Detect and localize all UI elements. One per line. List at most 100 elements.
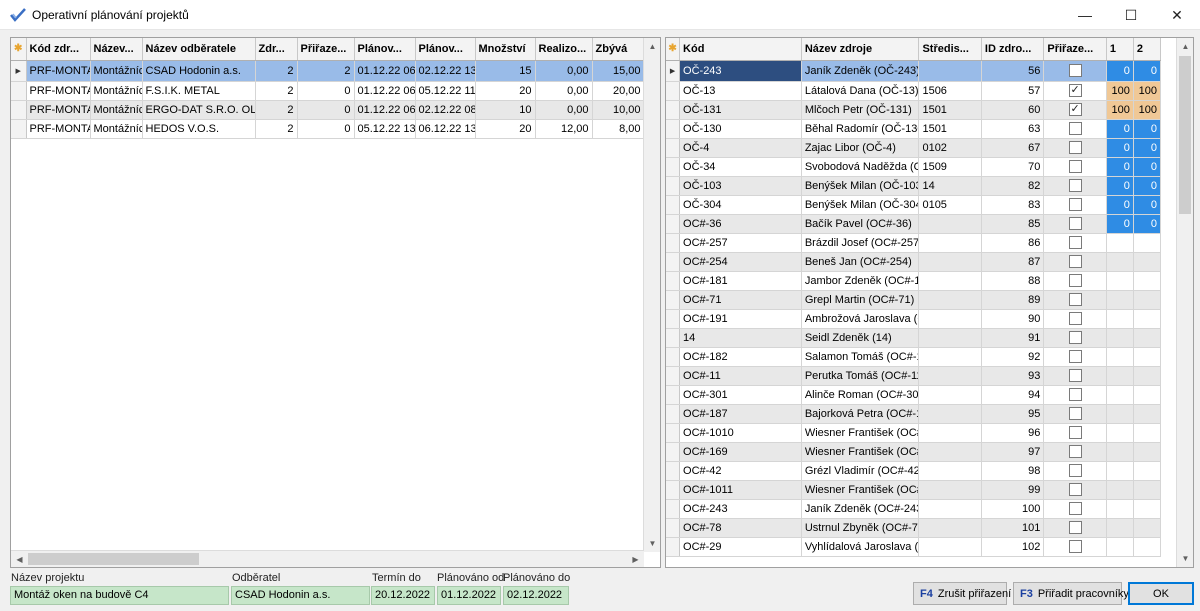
table-cell[interactable]: Látalová Dana (OČ-13) bbox=[801, 81, 920, 101]
table-cell[interactable]: Ambrožová Jaroslava (O( bbox=[801, 309, 920, 329]
table-row[interactable]: OC#-71 Grepl Martin (OC#-71) 89 bbox=[666, 290, 1162, 310]
allocation-cell[interactable]: 100 bbox=[1106, 81, 1134, 101]
col-realizovano[interactable]: Realizo... bbox=[535, 38, 593, 61]
table-cell[interactable]: Brázdil Josef (OC#-257) bbox=[801, 233, 920, 253]
table-cell[interactable] bbox=[918, 60, 982, 82]
table-cell[interactable]: 2 bbox=[255, 81, 298, 101]
table-cell[interactable] bbox=[918, 537, 982, 557]
table-cell[interactable]: OC#-169 bbox=[679, 442, 802, 462]
row-indicator[interactable] bbox=[666, 290, 681, 310]
allocation-cell[interactable] bbox=[1106, 271, 1134, 291]
table-row[interactable]: OC#-254 Beneš Jan (OC#-254) 87 bbox=[666, 252, 1162, 272]
allocation-cell[interactable]: 0 bbox=[1133, 214, 1162, 234]
assigned-cell[interactable] bbox=[1043, 328, 1107, 348]
table-cell[interactable]: Bačík Pavel (OC#-36) bbox=[801, 214, 920, 234]
assigned-cell[interactable] bbox=[1043, 195, 1107, 215]
row-indicator[interactable] bbox=[11, 100, 27, 120]
table-cell[interactable]: Běhal Radomír (OČ-130) bbox=[801, 119, 920, 139]
table-cell[interactable]: OC#-301 bbox=[679, 385, 802, 405]
table-row[interactable]: OC#-243 Janík Zdeněk (OC#-243) 100 bbox=[666, 499, 1162, 519]
table-cell[interactable]: 15,00 bbox=[592, 60, 645, 82]
table-cell[interactable]: 2 bbox=[297, 60, 355, 82]
table-cell[interactable]: Jambor Zdeněk (OC#-18 bbox=[801, 271, 920, 291]
table-row[interactable]: OC#-11 Perutka Tomáš (OC#-11) 93 bbox=[666, 366, 1162, 386]
left-hscroll-thumb[interactable] bbox=[28, 553, 199, 565]
field-planovano-do[interactable]: 02.12.2022 bbox=[503, 586, 569, 605]
table-cell[interactable]: OC#-191 bbox=[679, 309, 802, 329]
table-cell[interactable]: 0,00 bbox=[535, 81, 593, 101]
table-cell[interactable] bbox=[918, 271, 982, 291]
table-cell[interactable]: OČ-13 bbox=[679, 81, 802, 101]
assigned-checkbox[interactable] bbox=[1068, 445, 1082, 459]
table-cell[interactable]: Ustrnul Zbyněk (OC#-78) bbox=[801, 518, 920, 538]
table-cell[interactable]: Bajorková Petra (OC#-1 bbox=[801, 404, 920, 424]
assigned-cell[interactable] bbox=[1043, 290, 1107, 310]
table-cell[interactable]: OČ-131 bbox=[679, 100, 802, 120]
table-cell[interactable]: 1501 bbox=[918, 100, 982, 120]
assigned-checkbox[interactable] bbox=[1068, 64, 1082, 78]
table-cell[interactable]: OC#-257 bbox=[679, 233, 802, 253]
table-cell[interactable] bbox=[918, 404, 982, 424]
table-cell[interactable]: OC#-11 bbox=[679, 366, 802, 386]
table-cell[interactable]: 89 bbox=[981, 290, 1045, 310]
table-cell[interactable]: 05.12.22 13 bbox=[354, 119, 416, 139]
table-cell[interactable]: Janík Zdeněk (OČ-243) bbox=[801, 60, 920, 82]
table-cell[interactable]: 82 bbox=[981, 176, 1045, 196]
table-cell[interactable]: 57 bbox=[981, 81, 1045, 101]
table-cell[interactable] bbox=[918, 366, 982, 386]
table-cell[interactable]: 20 bbox=[475, 81, 536, 101]
right-vertical-scrollbar[interactable]: ▲ ▼ bbox=[1176, 38, 1193, 567]
table-row[interactable]: PRF-MONTAZMontážníciF.S.I.K. METAL2001.1… bbox=[11, 81, 645, 101]
row-indicator[interactable] bbox=[666, 271, 681, 291]
scroll-down-icon[interactable]: ▼ bbox=[644, 535, 660, 552]
table-cell[interactable]: Montážníci bbox=[90, 100, 143, 120]
table-cell[interactable]: 91 bbox=[981, 328, 1045, 348]
table-cell[interactable] bbox=[918, 518, 982, 538]
row-indicator[interactable] bbox=[666, 176, 681, 196]
table-cell[interactable]: Seidl Zdeněk (14) bbox=[801, 328, 920, 348]
assigned-cell[interactable] bbox=[1043, 233, 1107, 253]
assigned-cell[interactable]: ✓ bbox=[1043, 100, 1107, 120]
assigned-cell[interactable] bbox=[1043, 119, 1107, 139]
table-cell[interactable]: Vyhlídalová Jaroslava (O( bbox=[801, 537, 920, 557]
maximize-button[interactable]: ☐ bbox=[1108, 0, 1154, 30]
table-cell[interactable]: 05.12.22 11 bbox=[415, 81, 476, 101]
table-cell[interactable]: Wiesner František (OC#- bbox=[801, 480, 920, 500]
allocation-cell[interactable] bbox=[1133, 404, 1162, 424]
ok-button[interactable]: OK bbox=[1128, 582, 1194, 605]
allocation-cell[interactable]: 0 bbox=[1106, 138, 1134, 158]
table-cell[interactable]: 0,00 bbox=[535, 60, 593, 82]
table-cell[interactable]: Mlčoch Petr (OČ-131) bbox=[801, 100, 920, 120]
field-odberatel[interactable]: CSAD Hodonin a.s. bbox=[231, 586, 370, 605]
scroll-up-icon[interactable]: ▲ bbox=[644, 38, 660, 55]
table-cell[interactable]: Wiesner František (OC#- bbox=[801, 442, 920, 462]
table-cell[interactable] bbox=[918, 461, 982, 481]
allocation-cell[interactable] bbox=[1133, 423, 1162, 443]
table-row[interactable]: OČ-103 Benýšek Milan (OČ-103) 14 82 0 0 bbox=[666, 176, 1162, 196]
table-cell[interactable]: Svobodová Naděžda (OČ bbox=[801, 157, 920, 177]
table-cell[interactable]: 14 bbox=[918, 176, 982, 196]
table-cell[interactable]: 10,00 bbox=[592, 100, 645, 120]
table-cell[interactable] bbox=[918, 309, 982, 329]
table-cell[interactable] bbox=[918, 252, 982, 272]
allocation-cell[interactable] bbox=[1133, 442, 1162, 462]
col-nazev-zdroje[interactable]: Název zdroje bbox=[801, 38, 920, 61]
col-zdroj[interactable]: Zdr... bbox=[255, 38, 298, 61]
table-cell[interactable]: 0 bbox=[297, 100, 355, 120]
col-stredisko[interactable]: Středis... bbox=[918, 38, 982, 61]
allocation-cell[interactable] bbox=[1106, 309, 1134, 329]
table-cell[interactable]: 67 bbox=[981, 138, 1045, 158]
table-cell[interactable]: 100 bbox=[981, 499, 1045, 519]
col-prirazeno[interactable]: Přiřaze... bbox=[1043, 38, 1107, 61]
assigned-checkbox[interactable] bbox=[1068, 141, 1082, 155]
allocation-cell[interactable] bbox=[1106, 366, 1134, 386]
table-row[interactable]: OC#-36 Bačík Pavel (OC#-36) 85 0 0 bbox=[666, 214, 1162, 234]
table-cell[interactable]: 92 bbox=[981, 347, 1045, 367]
allocation-cell[interactable]: 0 bbox=[1106, 119, 1134, 139]
allocation-cell[interactable] bbox=[1106, 442, 1134, 462]
table-cell[interactable]: 14 bbox=[679, 328, 802, 348]
scroll-right-icon[interactable]: ▶ bbox=[627, 551, 644, 567]
table-cell[interactable]: 70 bbox=[981, 157, 1045, 177]
table-cell[interactable]: 1506 bbox=[918, 81, 982, 101]
table-row[interactable]: OC#-181 Jambor Zdeněk (OC#-18 88 bbox=[666, 271, 1162, 291]
